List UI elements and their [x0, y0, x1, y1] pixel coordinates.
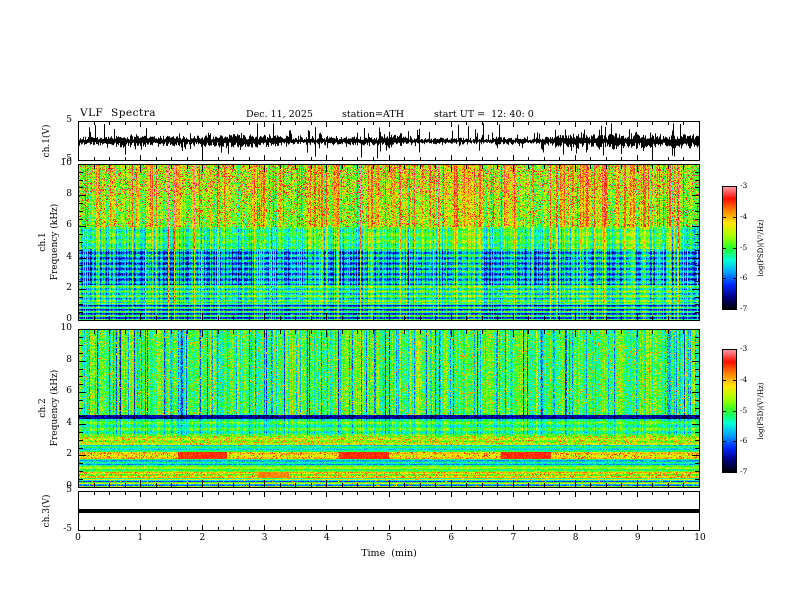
ch3-voltage-tick-label: 5: [66, 485, 72, 495]
x-tick-label: 5: [386, 533, 392, 543]
ch3-voltage-tick-label: -5: [63, 524, 72, 534]
x-tick-label: 0: [75, 533, 81, 543]
ch2-frequency-tick-label: 6: [66, 386, 72, 397]
ch1-frequency-tick-label: 4: [66, 251, 72, 262]
ch2-frequency-tick-label: 8: [66, 354, 72, 365]
colorbar1-tick-label: -7: [740, 304, 748, 313]
vlf-spectra-figure: VLF Spectra Dec. 11, 2025 station=ATH st…: [0, 0, 792, 612]
colorbar1-tick-label: -5: [740, 242, 748, 252]
colorbar1-tick-label: -4: [740, 211, 748, 221]
x-tick-label: 2: [199, 533, 206, 543]
x-tick-label: 9: [634, 533, 641, 543]
ch2-frequency-tick-label: 4: [66, 417, 72, 428]
tick-labels-layer: 0 1 2 3 4 5 6 7 8 9 10 0 2 4 6 8 10 0 2 4 6 8 10 5 -5 5 -5 -3 -4 -5 -6…: [0, 0, 792, 612]
colorbar2-tick-label: -4: [740, 374, 748, 384]
colorbar2-tick-label: -5: [740, 405, 748, 415]
x-tick-label: 10: [694, 533, 706, 543]
x-tick-label: 1: [137, 533, 144, 543]
ch1-voltage-tick-label: -5: [63, 154, 72, 164]
ch1-frequency-tick-label: 6: [66, 220, 72, 231]
ch1-frequency-tick-label: 8: [66, 189, 72, 200]
colorbar2-tick-label: -7: [740, 467, 748, 476]
ch2-frequency-tick-label: 2: [66, 449, 72, 460]
colorbar1-tick-label: -3: [740, 181, 748, 190]
colorbar1-tick-label: -6: [740, 273, 748, 283]
x-tick-label: 8: [572, 533, 579, 543]
x-tick-label: 4: [323, 533, 330, 543]
x-tick-label: 6: [448, 533, 455, 543]
ch1-voltage-tick-label: 5: [66, 115, 72, 125]
colorbar2-tick-label: -3: [740, 344, 748, 353]
ch2-frequency-tick-label: 10: [60, 323, 72, 333]
x-tick-label: 3: [261, 533, 268, 543]
x-tick-label: 7: [510, 533, 517, 543]
colorbar2-tick-label: -6: [740, 436, 748, 446]
ch1-frequency-tick-label: 2: [66, 282, 72, 293]
